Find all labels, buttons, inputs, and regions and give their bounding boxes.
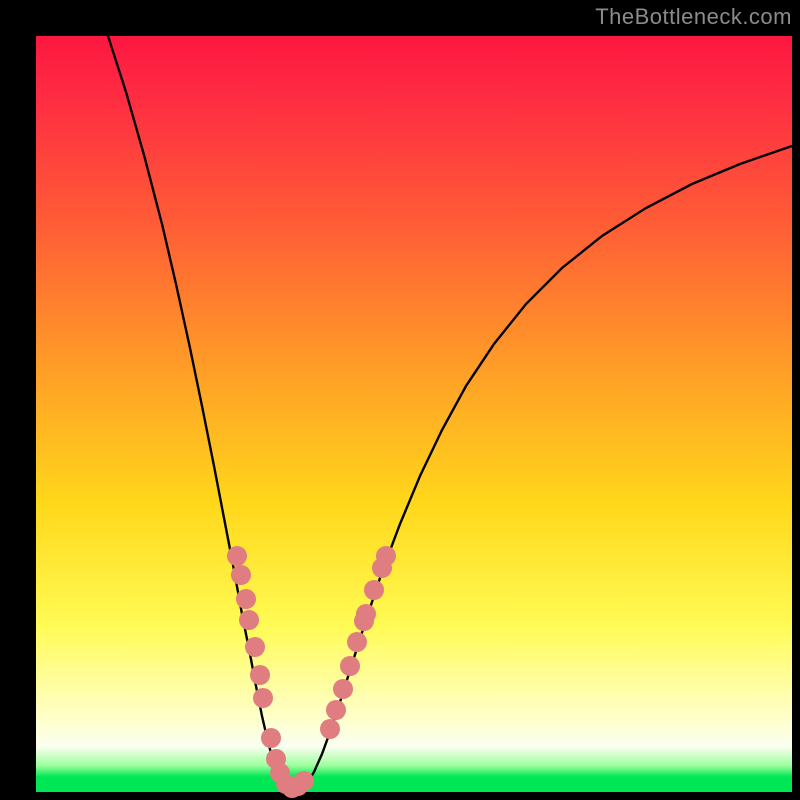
data-point-markers (227, 546, 396, 798)
data-point (320, 719, 340, 739)
data-point (253, 688, 273, 708)
data-point (364, 580, 384, 600)
data-point (261, 728, 281, 748)
data-point (326, 700, 346, 720)
watermark-text: TheBottleneck.com (595, 4, 792, 30)
data-point (231, 565, 251, 585)
plot-area (36, 36, 792, 792)
data-point (245, 637, 265, 657)
data-point (356, 604, 376, 624)
data-point (333, 679, 353, 699)
chart-stage: TheBottleneck.com (0, 0, 800, 800)
data-point (340, 656, 360, 676)
bottleneck-curve (108, 36, 792, 791)
bottleneck-curve-svg (36, 36, 792, 792)
data-point (376, 546, 396, 566)
data-point (250, 665, 270, 685)
data-point (347, 632, 367, 652)
data-point (239, 610, 259, 630)
data-point (294, 771, 314, 791)
data-point (236, 589, 256, 609)
data-point (227, 546, 247, 566)
